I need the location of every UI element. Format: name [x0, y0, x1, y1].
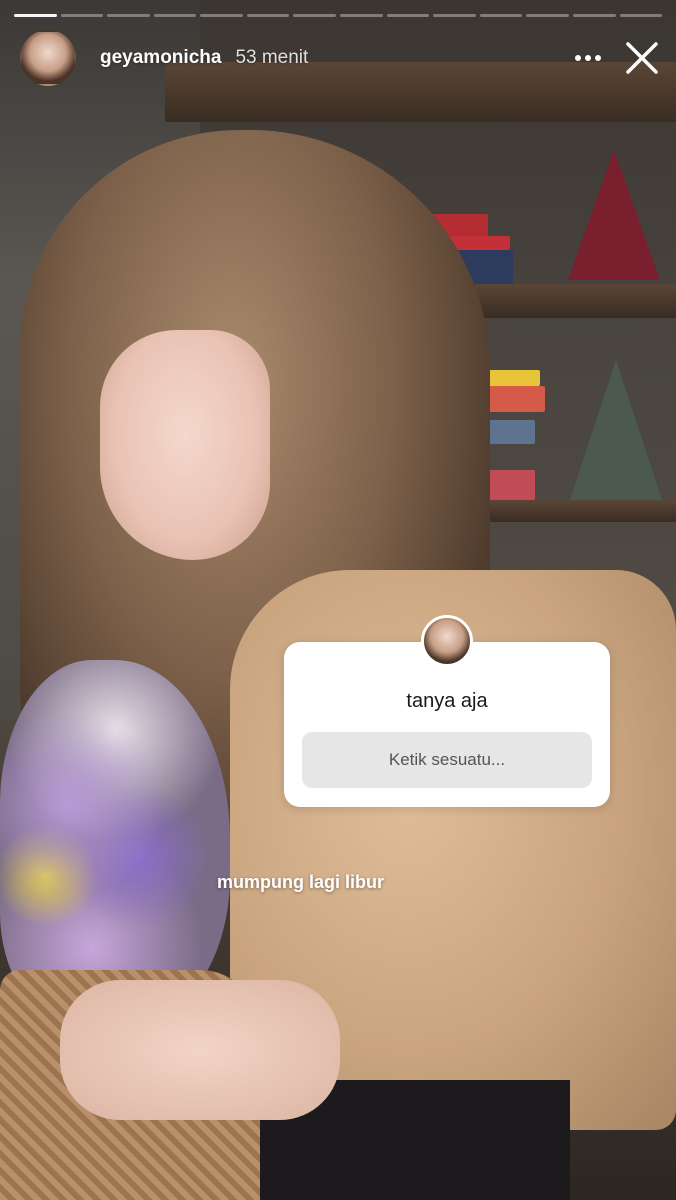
post-time: 53 menit — [235, 47, 309, 68]
progress-segment — [340, 14, 383, 17]
question-avatar — [421, 615, 473, 667]
progress-segment — [572, 14, 616, 17]
story-header: geyamonicha 53 menit — [20, 30, 664, 86]
progress-segment — [433, 14, 476, 17]
question-title: tanya aja — [406, 690, 488, 712]
story-progress-bar — [14, 14, 663, 17]
progress-segment — [107, 14, 150, 17]
story-photo — [0, 0, 676, 1200]
question-input[interactable]: Ketik sesuatu... — [302, 732, 592, 788]
progress-segment — [526, 14, 569, 17]
face — [100, 330, 270, 560]
username[interactable]: geyamonicha — [100, 47, 221, 69]
progress-segment — [153, 14, 197, 17]
progress-segment — [293, 14, 337, 17]
progress-segment — [479, 14, 523, 17]
close-icon[interactable] — [620, 36, 664, 80]
christmas-tree — [568, 150, 660, 280]
progress-segment — [246, 14, 290, 17]
progress-segment — [14, 14, 57, 17]
avatar[interactable] — [20, 30, 76, 86]
story-caption: mumpung lagi libur — [217, 872, 384, 892]
more-horizontal-icon[interactable] — [568, 38, 608, 78]
progress-segment — [386, 14, 430, 17]
christmas-tree — [570, 360, 662, 500]
hands — [60, 980, 340, 1120]
shelf — [490, 500, 676, 522]
flowers — [0, 660, 230, 1020]
progress-segment — [619, 14, 663, 17]
progress-segment — [60, 14, 104, 17]
progress-segment — [200, 14, 243, 17]
